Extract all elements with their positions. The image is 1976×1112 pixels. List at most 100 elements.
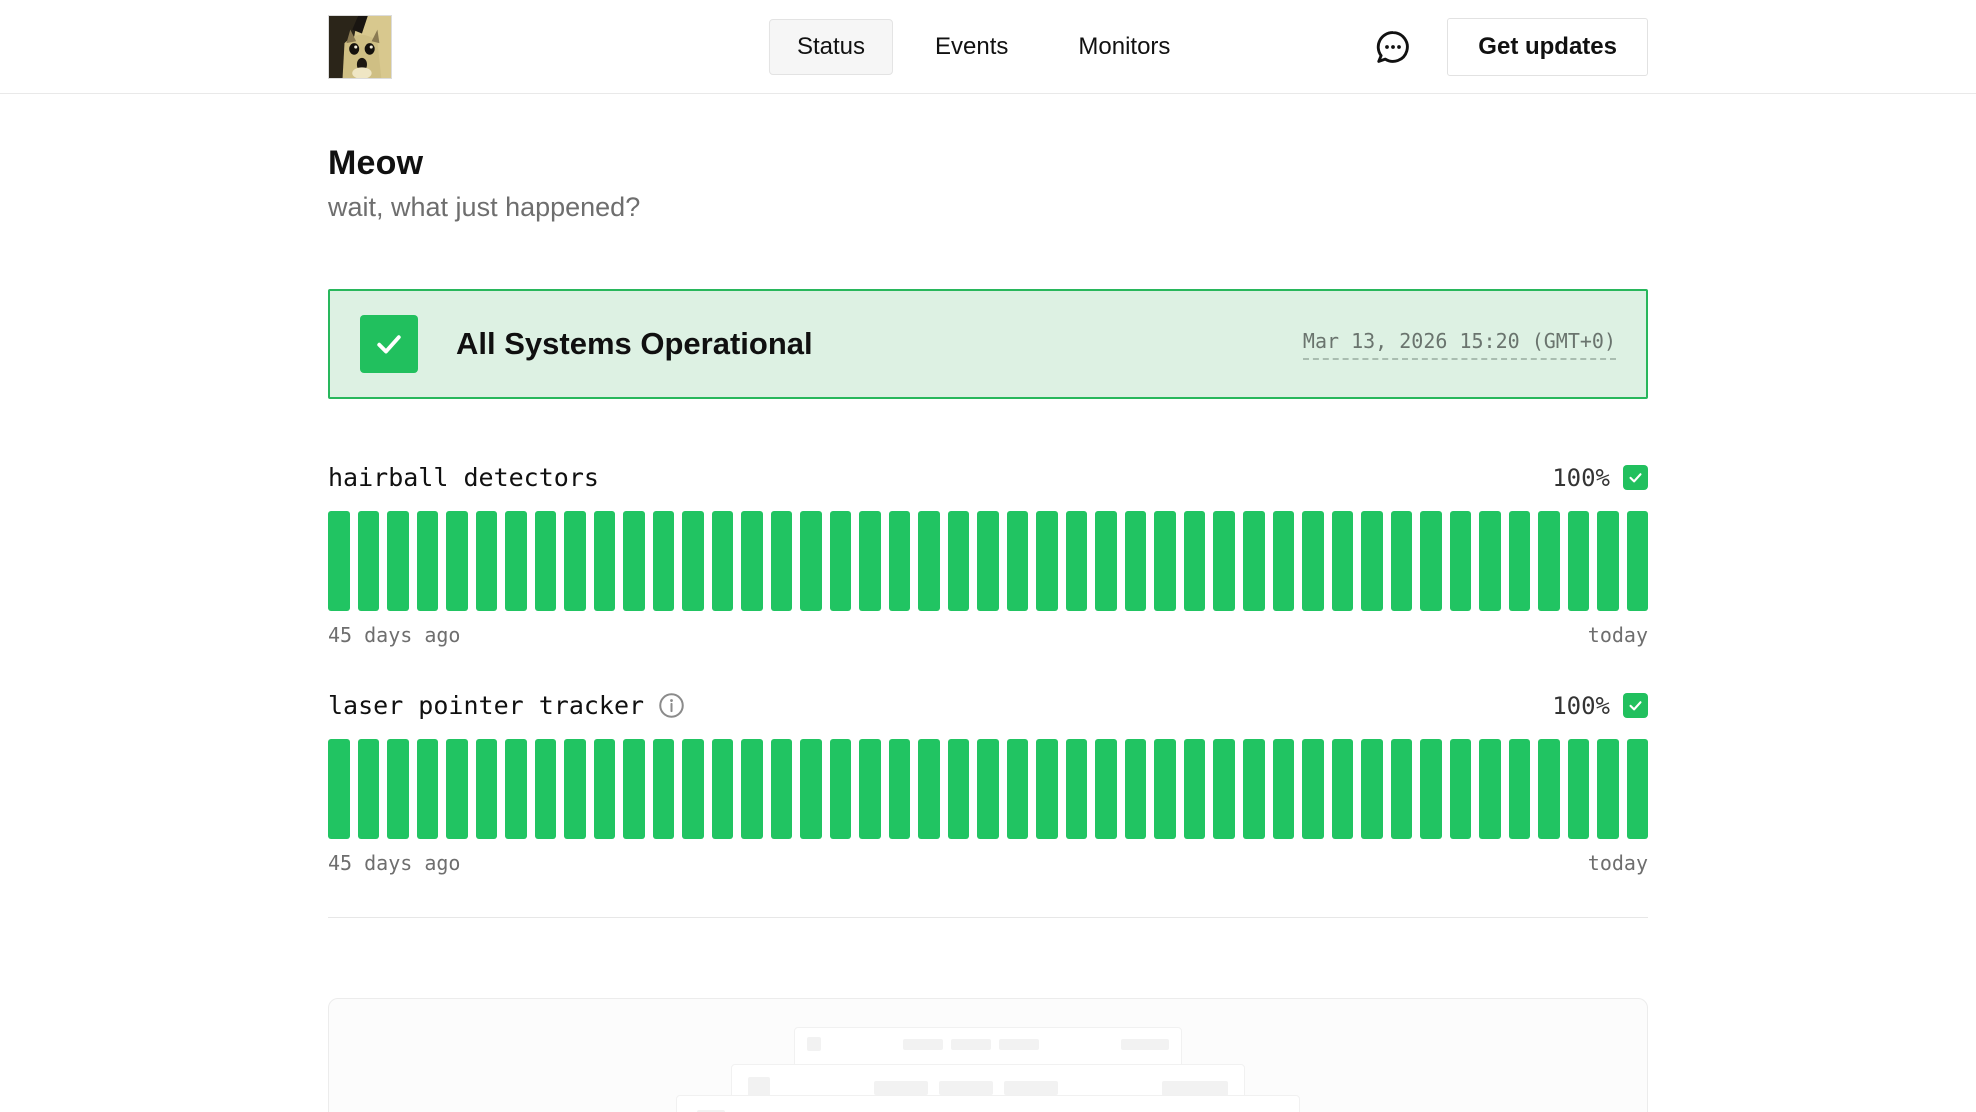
uptime-bar-operational[interactable]: [358, 511, 380, 611]
uptime-percentage: 100%: [1552, 692, 1610, 720]
uptime-bar-operational[interactable]: [1273, 739, 1295, 839]
uptime-bar-operational[interactable]: [653, 739, 675, 839]
uptime-bar-operational[interactable]: [1036, 739, 1058, 839]
uptime-bar-operational[interactable]: [623, 739, 645, 839]
uptime-bar-operational[interactable]: [594, 511, 616, 611]
uptime-bar-operational[interactable]: [1361, 511, 1383, 611]
uptime-bar-operational[interactable]: [741, 511, 763, 611]
uptime-bar-operational[interactable]: [1243, 739, 1265, 839]
uptime-bar-operational[interactable]: [387, 739, 409, 839]
uptime-bar-operational[interactable]: [1538, 511, 1560, 611]
uptime-bar-operational[interactable]: [1066, 739, 1088, 839]
uptime-bar-operational[interactable]: [918, 511, 940, 611]
uptime-bar-operational[interactable]: [1125, 739, 1147, 839]
uptime-bar-operational[interactable]: [1302, 739, 1324, 839]
uptime-bar-operational[interactable]: [387, 511, 409, 611]
uptime-bar-operational[interactable]: [712, 739, 734, 839]
uptime-bar-operational[interactable]: [1332, 511, 1354, 611]
uptime-bar-operational[interactable]: [918, 739, 940, 839]
uptime-bar-operational[interactable]: [1420, 511, 1442, 611]
uptime-bar-operational[interactable]: [1479, 739, 1501, 839]
uptime-bar-operational[interactable]: [948, 739, 970, 839]
uptime-bar-operational[interactable]: [446, 511, 468, 611]
cat-logo[interactable]: [328, 15, 392, 79]
uptime-bar-operational[interactable]: [446, 739, 468, 839]
uptime-bar-operational[interactable]: [535, 511, 557, 611]
uptime-bar-operational[interactable]: [682, 511, 704, 611]
uptime-bar-operational[interactable]: [535, 739, 557, 839]
uptime-bar-operational[interactable]: [1391, 739, 1413, 839]
uptime-bar-operational[interactable]: [1568, 511, 1590, 611]
uptime-bar-operational[interactable]: [1213, 739, 1235, 839]
uptime-bar-operational[interactable]: [771, 739, 793, 839]
uptime-bar-operational[interactable]: [1420, 739, 1442, 839]
uptime-bar-operational[interactable]: [977, 511, 999, 611]
uptime-bar-operational[interactable]: [1597, 511, 1619, 611]
uptime-bar-operational[interactable]: [476, 739, 498, 839]
uptime-bar-operational[interactable]: [830, 739, 852, 839]
uptime-bar-operational[interactable]: [1095, 511, 1117, 611]
uptime-bar-operational[interactable]: [712, 511, 734, 611]
uptime-bar-operational[interactable]: [830, 511, 852, 611]
tab-events[interactable]: Events: [907, 19, 1036, 75]
uptime-bar-operational[interactable]: [1509, 511, 1531, 611]
uptime-bar-operational[interactable]: [505, 739, 527, 839]
uptime-bar-operational[interactable]: [1154, 739, 1176, 839]
uptime-bar-operational[interactable]: [1125, 511, 1147, 611]
uptime-bar-operational[interactable]: [476, 511, 498, 611]
uptime-bar-operational[interactable]: [1391, 511, 1413, 611]
uptime-bar-operational[interactable]: [1273, 511, 1295, 611]
uptime-bar-operational[interactable]: [1243, 511, 1265, 611]
tab-monitors[interactable]: Monitors: [1050, 19, 1198, 75]
uptime-bar-operational[interactable]: [623, 511, 645, 611]
uptime-bar-operational[interactable]: [1568, 739, 1590, 839]
uptime-bar-operational[interactable]: [682, 739, 704, 839]
uptime-bar-operational[interactable]: [358, 739, 380, 839]
uptime-bar-operational[interactable]: [1332, 739, 1354, 839]
uptime-bar-operational[interactable]: [653, 511, 675, 611]
uptime-bar-operational[interactable]: [594, 739, 616, 839]
uptime-bar-operational[interactable]: [1479, 511, 1501, 611]
uptime-bar-operational[interactable]: [859, 739, 881, 839]
tab-status[interactable]: Status: [769, 19, 893, 75]
uptime-bar-operational[interactable]: [859, 511, 881, 611]
range-start-label: 45 days ago: [328, 851, 460, 875]
banner-timestamp[interactable]: Mar 13, 2026 15:20 (GMT+0): [1303, 329, 1616, 360]
get-updates-button[interactable]: Get updates: [1447, 18, 1648, 76]
uptime-bar-operational[interactable]: [1450, 739, 1472, 839]
uptime-bar-operational[interactable]: [1095, 739, 1117, 839]
uptime-bar-operational[interactable]: [1509, 739, 1531, 839]
uptime-bar-operational[interactable]: [1302, 511, 1324, 611]
uptime-bar-operational[interactable]: [948, 511, 970, 611]
uptime-bar-operational[interactable]: [1213, 511, 1235, 611]
uptime-bar-operational[interactable]: [328, 739, 350, 839]
uptime-bar-operational[interactable]: [564, 511, 586, 611]
uptime-bar-operational[interactable]: [1597, 739, 1619, 839]
uptime-bar-operational[interactable]: [505, 511, 527, 611]
uptime-bar-operational[interactable]: [1007, 511, 1029, 611]
uptime-bar-operational[interactable]: [1066, 511, 1088, 611]
feedback-chat-icon[interactable]: [1373, 27, 1413, 67]
info-icon[interactable]: [658, 692, 685, 719]
uptime-bar-operational[interactable]: [417, 739, 439, 839]
uptime-bar-operational[interactable]: [800, 739, 822, 839]
uptime-bar-operational[interactable]: [1627, 739, 1649, 839]
uptime-bar-operational[interactable]: [977, 739, 999, 839]
uptime-bar-operational[interactable]: [1154, 511, 1176, 611]
uptime-bar-operational[interactable]: [328, 511, 350, 611]
uptime-bar-operational[interactable]: [417, 511, 439, 611]
uptime-bar-operational[interactable]: [1361, 739, 1383, 839]
uptime-bar-operational[interactable]: [800, 511, 822, 611]
uptime-bar-operational[interactable]: [564, 739, 586, 839]
uptime-bar-operational[interactable]: [1184, 511, 1206, 611]
uptime-bar-operational[interactable]: [741, 739, 763, 839]
uptime-bar-operational[interactable]: [1036, 511, 1058, 611]
uptime-bar-operational[interactable]: [1184, 739, 1206, 839]
uptime-bar-operational[interactable]: [889, 739, 911, 839]
uptime-bar-operational[interactable]: [889, 511, 911, 611]
uptime-bar-operational[interactable]: [771, 511, 793, 611]
uptime-bar-operational[interactable]: [1627, 511, 1649, 611]
uptime-bar-operational[interactable]: [1007, 739, 1029, 839]
uptime-bar-operational[interactable]: [1450, 511, 1472, 611]
uptime-bar-operational[interactable]: [1538, 739, 1560, 839]
